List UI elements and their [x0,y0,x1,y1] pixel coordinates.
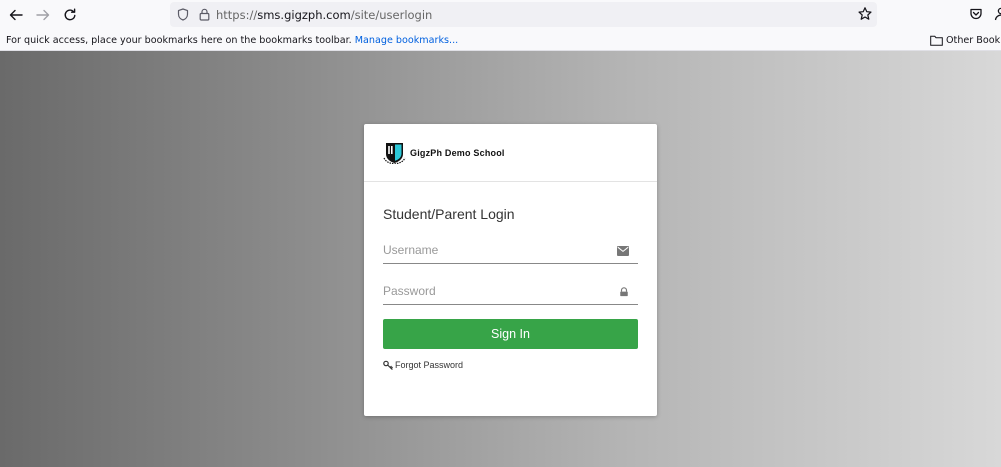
shield-icon[interactable] [176,7,190,21]
url-path: /site/userlogin [350,8,433,22]
forgot-password-label: Forgot Password [395,360,464,370]
forward-arrow-icon [36,9,50,21]
page-viewport: GigzPh Demo School Student/Parent Login … [0,51,1001,467]
username-input[interactable] [383,238,608,262]
card-header: GigzPh Demo School [364,124,657,182]
pocket-icon[interactable] [969,7,985,23]
bookmarks-hint: For quick access, place your bookmarks h… [6,35,458,46]
sign-in-button[interactable]: Sign In [383,319,638,349]
password-input[interactable] [383,279,608,303]
reload-button[interactable] [60,5,80,25]
other-bookmarks-button[interactable]: Other Bookmarks [930,33,1001,48]
username-field [383,238,638,264]
browser-toolbar: https://sms.gigzph.com/site/userlogin [0,0,1001,30]
login-title: Student/Parent Login [383,206,515,222]
reload-icon [64,8,76,21]
forward-button[interactable] [33,5,53,25]
bookmarks-message: For quick access, place your bookmarks h… [6,35,352,46]
url-prefix: https:// [216,8,258,22]
key-icon [383,360,393,370]
url-text[interactable]: https://sms.gigzph.com/site/userlogin [216,8,432,22]
login-card: GigzPh Demo School Student/Parent Login … [364,124,657,416]
url-host: sms.gigzph.com [257,8,351,22]
back-arrow-icon [9,9,23,21]
back-button[interactable] [6,5,26,25]
password-field [383,279,638,305]
school-logo-icon [383,143,406,164]
manage-bookmarks-link[interactable]: Manage bookmarks... [355,35,458,46]
lock-icon[interactable] [197,7,211,21]
school-name: GigzPh Demo School [410,148,505,158]
other-bookmarks-label: Other Bookmarks [946,35,1001,46]
bookmark-star-icon[interactable] [857,6,873,22]
envelope-icon [617,246,629,256]
account-icon[interactable] [994,7,1001,23]
folder-icon [930,35,943,46]
lock-icon [620,287,628,297]
bookmarks-toolbar: For quick access, place your bookmarks h… [0,30,1001,51]
forgot-password-link[interactable]: Forgot Password [383,360,463,370]
address-bar[interactable]: https://sms.gigzph.com/site/userlogin [170,2,877,27]
